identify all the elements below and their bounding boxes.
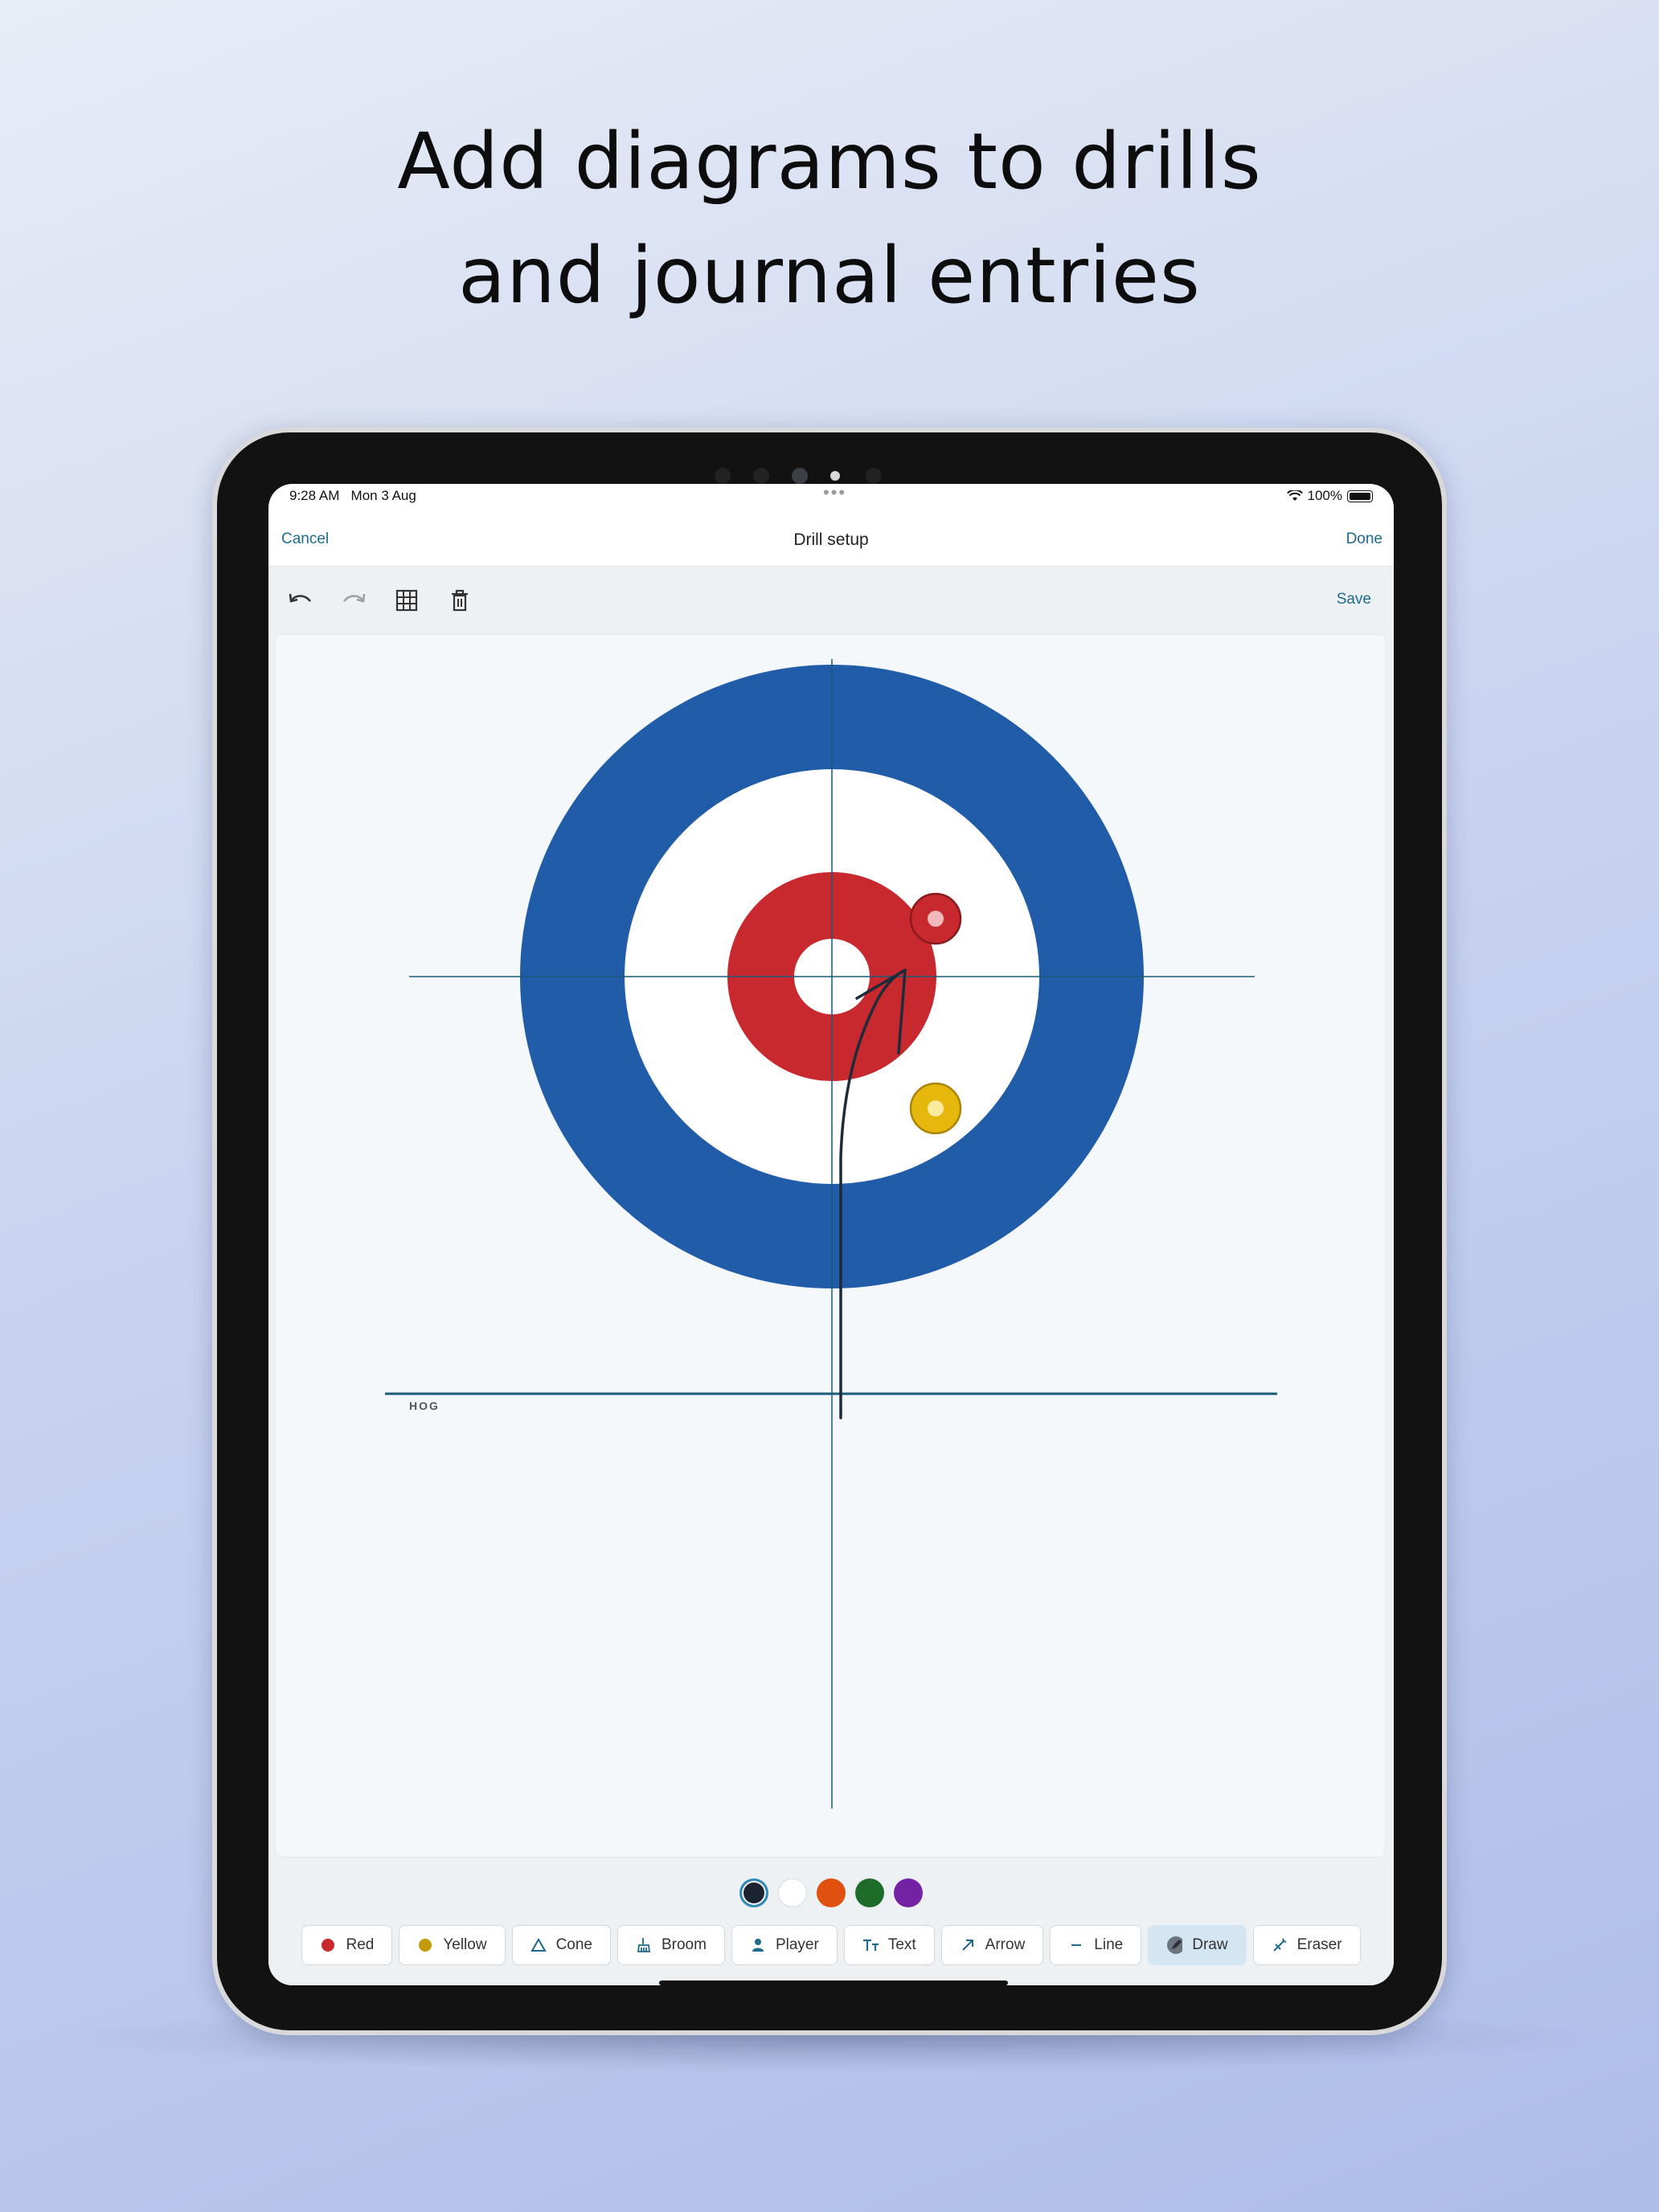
yellow-stone[interactable] bbox=[909, 1082, 962, 1135]
headline-line-2: and journal entries bbox=[458, 231, 1201, 321]
home-indicator bbox=[659, 1981, 1008, 1985]
color-swatch-orange[interactable] bbox=[817, 1878, 846, 1907]
status-bar: 9:28 AM Mon 3 Aug ••• 100% bbox=[268, 484, 1394, 514]
editor-toolbar: Save bbox=[268, 567, 1394, 634]
multitasking-dots-icon[interactable]: ••• bbox=[823, 484, 846, 503]
tool-bar: Red Yellow Cone Broom Player Text Arrow … bbox=[268, 1925, 1394, 1968]
grid-icon bbox=[395, 589, 418, 612]
nav-bar: Cancel Drill setup Done bbox=[268, 514, 1394, 567]
player-icon bbox=[750, 1937, 766, 1953]
camera-dot bbox=[866, 468, 882, 484]
yellow-stone-icon bbox=[417, 1937, 433, 1953]
trash-icon bbox=[452, 589, 468, 612]
wifi-icon bbox=[1286, 490, 1303, 501]
tool-text[interactable]: Text bbox=[843, 1925, 935, 1965]
tool-eraser[interactable]: Eraser bbox=[1252, 1925, 1361, 1965]
tool-yellow[interactable]: Yellow bbox=[399, 1925, 506, 1965]
color-palette bbox=[268, 1878, 1394, 1911]
tool-label: Cone bbox=[555, 1936, 592, 1953]
tool-label: Player bbox=[775, 1936, 819, 1953]
hog-label: HOG bbox=[409, 1399, 440, 1412]
tool-label: Draw bbox=[1192, 1936, 1228, 1953]
tool-label: Text bbox=[887, 1936, 916, 1953]
delete-button[interactable] bbox=[445, 586, 474, 615]
camera-dot bbox=[715, 468, 731, 484]
battery-percent: 100% bbox=[1307, 488, 1342, 503]
undo-icon bbox=[289, 593, 312, 603]
tool-red[interactable]: Red bbox=[301, 1925, 393, 1965]
tool-broom[interactable]: Broom bbox=[616, 1925, 725, 1965]
tool-player[interactable]: Player bbox=[731, 1925, 838, 1965]
tool-cone[interactable]: Cone bbox=[511, 1925, 611, 1965]
redo-button[interactable] bbox=[339, 586, 368, 615]
color-swatch-white[interactable] bbox=[778, 1878, 807, 1907]
headline: Add diagrams to drills and journal entri… bbox=[0, 104, 1659, 333]
camera-dot bbox=[753, 468, 769, 484]
headline-line-1: Add diagrams to drills bbox=[397, 117, 1262, 207]
status-time: 9:28 AM Mon 3 Aug bbox=[289, 488, 416, 504]
diagram-canvas[interactable]: HOG bbox=[275, 634, 1386, 1858]
save-button[interactable]: Save bbox=[1337, 591, 1371, 608]
battery-icon bbox=[1347, 490, 1373, 502]
tool-label: Red bbox=[346, 1936, 375, 1953]
color-swatch-purple[interactable] bbox=[894, 1878, 923, 1907]
broom-icon bbox=[636, 1937, 652, 1953]
tablet-bezel: 9:28 AM Mon 3 Aug ••• 100% Cancel Drill … bbox=[217, 432, 1442, 2030]
tool-label: Eraser bbox=[1296, 1936, 1342, 1953]
text-icon bbox=[862, 1937, 879, 1953]
undo-button[interactable] bbox=[286, 586, 315, 615]
red-stone[interactable] bbox=[909, 892, 962, 945]
tool-label: Broom bbox=[661, 1936, 707, 1953]
status-date: Mon 3 Aug bbox=[350, 488, 416, 503]
status-time-value: 9:28 AM bbox=[289, 488, 340, 503]
tool-arrow[interactable]: Arrow bbox=[940, 1925, 1044, 1965]
tablet-device: 9:28 AM Mon 3 Aug ••• 100% Cancel Drill … bbox=[212, 428, 1447, 2035]
camera-light bbox=[830, 471, 840, 481]
color-swatch-green[interactable] bbox=[855, 1878, 884, 1907]
page-title: Drill setup bbox=[793, 530, 869, 549]
redo-icon bbox=[342, 593, 366, 603]
grid-button[interactable] bbox=[392, 586, 421, 615]
red-stone-icon bbox=[320, 1937, 336, 1953]
tool-line[interactable]: Line bbox=[1050, 1925, 1142, 1965]
tool-label: Yellow bbox=[443, 1936, 487, 1953]
cone-icon bbox=[530, 1937, 547, 1953]
tool-draw[interactable]: Draw bbox=[1148, 1925, 1247, 1965]
diagram-editor: Save HOG Red Yellow Cone Broom Player Te… bbox=[268, 567, 1394, 1985]
done-button[interactable]: Done bbox=[1346, 530, 1382, 548]
screen: 9:28 AM Mon 3 Aug ••• 100% Cancel Drill … bbox=[268, 484, 1394, 1985]
line-icon bbox=[1068, 1937, 1084, 1953]
arrow-icon bbox=[960, 1937, 976, 1953]
house-diagram[interactable]: HOG bbox=[276, 635, 1385, 1857]
tool-label: Arrow bbox=[985, 1936, 1026, 1953]
camera-lens bbox=[792, 468, 808, 484]
draw-icon bbox=[1166, 1936, 1183, 1954]
status-right: 100% bbox=[1286, 488, 1373, 504]
tool-label: Line bbox=[1094, 1936, 1124, 1953]
color-swatch-navy[interactable] bbox=[739, 1878, 768, 1907]
eraser-icon bbox=[1272, 1937, 1288, 1953]
